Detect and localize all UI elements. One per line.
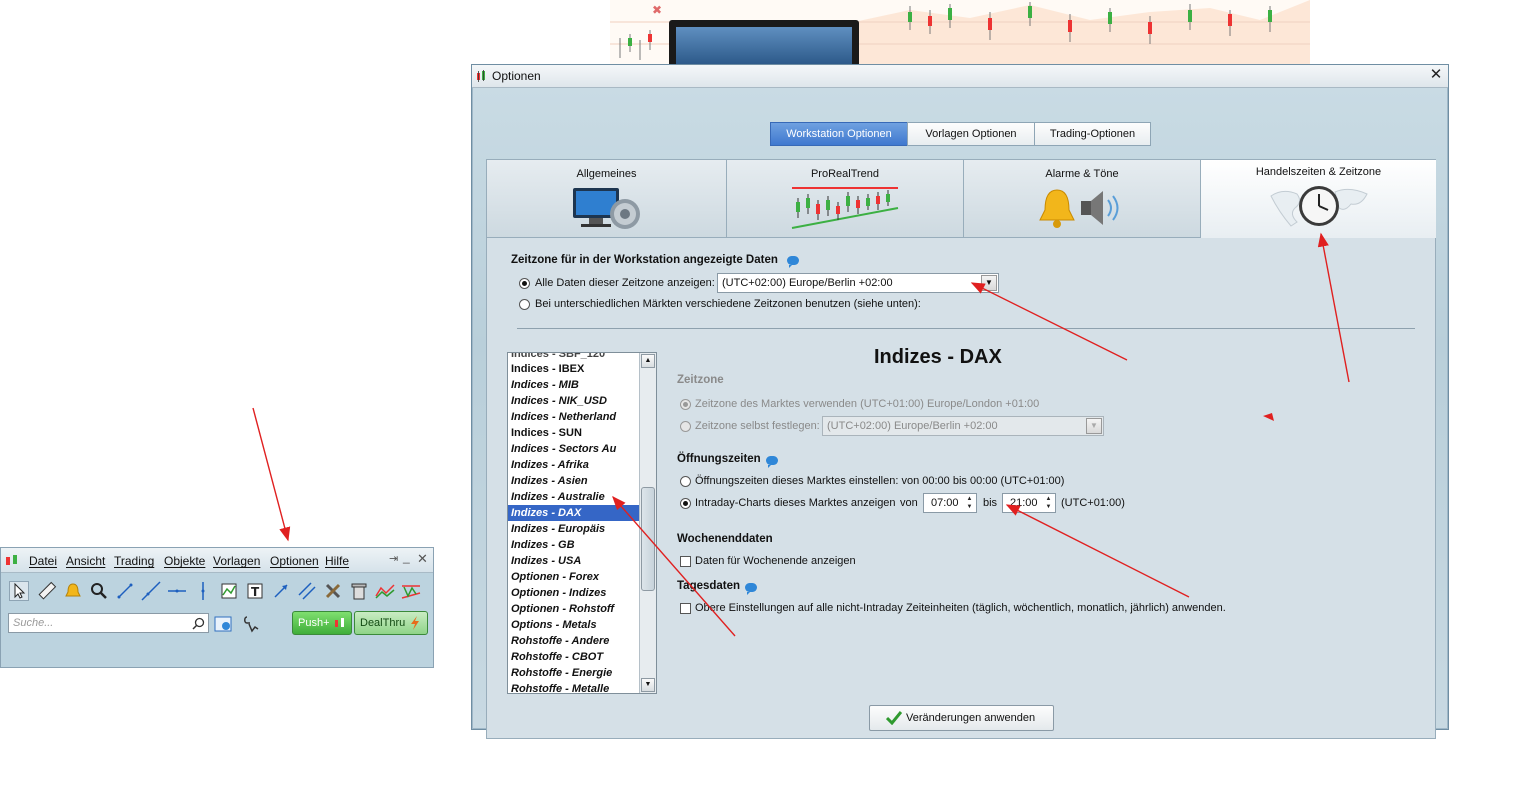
annotation-arrow: [1005, 504, 1190, 598]
annotation-arrow: [612, 495, 736, 637]
annotation-arrow: [1317, 232, 1350, 383]
annotation-arrowhead: [1263, 413, 1274, 421]
annotation-arrow: [970, 282, 1128, 361]
annotation-arrows: [252, 232, 1350, 637]
annotation-arrow: [252, 407, 291, 542]
